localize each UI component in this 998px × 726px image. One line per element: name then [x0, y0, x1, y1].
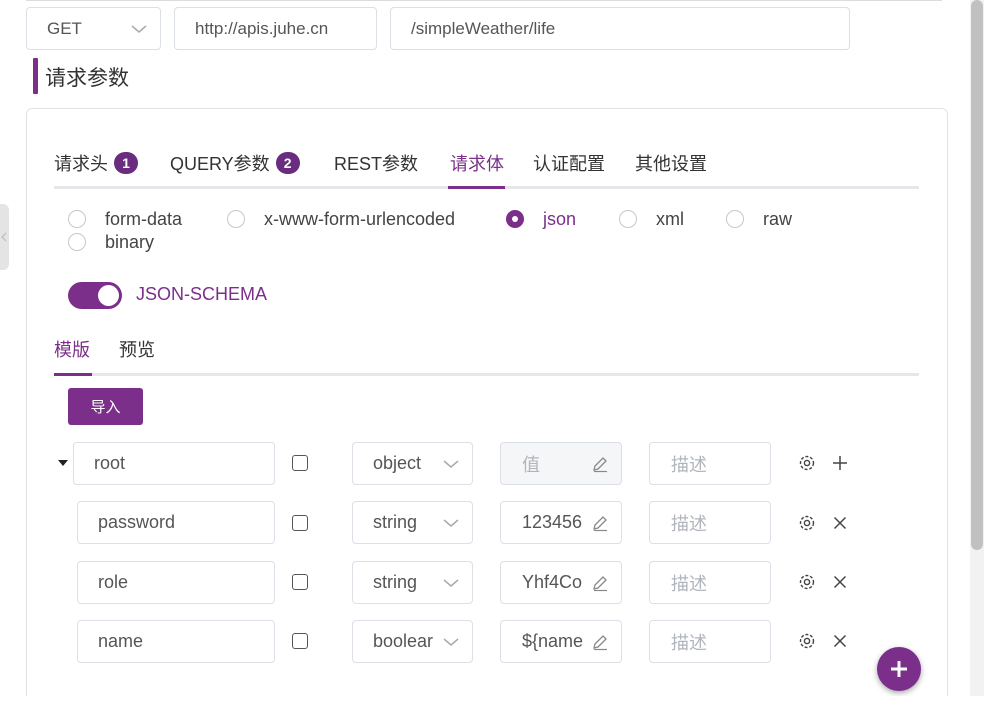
pencil-icon[interactable] — [591, 455, 609, 473]
field-type-value: string — [373, 512, 418, 532]
method-value: GET — [47, 18, 82, 38]
field-value: ${name — [522, 631, 584, 651]
field-name-input[interactable]: root — [73, 442, 275, 485]
close-icon[interactable] — [831, 632, 849, 650]
tab-auth[interactable]: 认证配置 — [533, 150, 605, 176]
gear-icon[interactable] — [798, 632, 816, 650]
field-name-input[interactable]: password — [77, 501, 275, 544]
import-button[interactable]: 导入 — [68, 388, 143, 425]
field-value-placeholder: 值 — [522, 454, 540, 475]
section-title: 请求参数 — [45, 67, 129, 90]
chevron-down-icon — [443, 459, 459, 468]
gear-icon[interactable] — [798, 454, 816, 472]
sidebar-collapse-handle[interactable] — [0, 204, 9, 270]
field-value: 123456 — [522, 512, 583, 532]
path-input[interactable]: /simpleWeather/life — [390, 7, 850, 50]
subtab-preview[interactable]: 预览 — [119, 336, 155, 362]
radio-label: xml — [656, 208, 684, 229]
close-icon[interactable] — [831, 514, 849, 532]
tab-headers-badge: 1 — [114, 152, 138, 174]
field-desc-input[interactable]: 描述 — [649, 501, 771, 544]
radio-label: binary — [105, 231, 155, 252]
field-value-input: 值 — [500, 442, 622, 485]
host-input[interactable]: http://apis.juhe.cn — [174, 7, 377, 50]
field-type-select[interactable]: string — [352, 561, 473, 604]
radio-circle — [68, 210, 86, 228]
field-desc-input[interactable]: 描述 — [649, 561, 771, 604]
tab-body[interactable]: 请求体 — [450, 150, 504, 176]
radio-label: raw — [763, 208, 793, 229]
section-accent-bar — [33, 58, 38, 94]
plus-icon — [891, 661, 907, 677]
bottom-strip — [0, 696, 998, 726]
field-type-value: object — [373, 453, 422, 473]
radio-circle — [227, 210, 245, 228]
gear-icon[interactable] — [798, 514, 816, 532]
field-name-input[interactable]: role — [77, 561, 275, 604]
field-type-select[interactable]: string — [352, 501, 473, 544]
radio-xml[interactable]: xml — [619, 207, 684, 231]
field-value-input[interactable]: 123456 — [500, 501, 622, 544]
chevron-left-icon — [1, 232, 7, 242]
plus-icon[interactable] — [831, 454, 849, 472]
caret-down-icon[interactable] — [57, 458, 69, 468]
chevron-down-icon — [443, 518, 459, 527]
required-checkbox[interactable] — [292, 455, 308, 471]
field-name-input[interactable]: name — [77, 620, 275, 663]
json-schema-toggle[interactable] — [68, 282, 122, 309]
tab-active-indicator — [448, 186, 505, 189]
chevron-down-icon — [443, 578, 459, 587]
add-field-button[interactable] — [877, 647, 921, 691]
subtab-template[interactable]: 模版 — [54, 336, 90, 362]
tab-rest[interactable]: REST参数 — [334, 150, 418, 176]
radio-circle — [726, 210, 744, 228]
field-value-input[interactable]: ${name — [500, 620, 622, 663]
method-select[interactable]: GET — [26, 7, 161, 50]
json-schema-label: JSON-SCHEMA — [136, 284, 268, 304]
field-desc-input[interactable]: 描述 — [649, 620, 771, 663]
radio-label: form-data — [105, 208, 183, 229]
chevron-down-icon — [443, 637, 459, 646]
toggle-knob — [98, 285, 119, 306]
radio-urlencoded[interactable]: x-www-form-urlencoded — [227, 207, 455, 231]
subtab-active-indicator — [54, 373, 92, 376]
radio-form-data[interactable]: form-data — [68, 207, 182, 231]
radio-label: x-www-form-urlencoded — [264, 208, 456, 229]
scrollbar-thumb[interactable] — [971, 0, 983, 550]
top-divider — [26, 0, 942, 1]
radio-circle-selected — [506, 210, 524, 228]
field-value-input[interactable]: Yhf4Co — [500, 561, 622, 604]
field-value: Yhf4Co — [522, 572, 583, 592]
subtabs-underline — [54, 373, 919, 376]
tab-headers-label: 请求头 — [54, 154, 108, 174]
tab-query[interactable]: QUERY参数 2 — [170, 150, 300, 176]
pencil-icon[interactable] — [591, 514, 609, 532]
radio-binary[interactable]: binary — [68, 230, 154, 254]
field-type-select[interactable]: object — [352, 442, 473, 485]
pencil-icon[interactable] — [591, 633, 609, 651]
radio-raw[interactable]: raw — [726, 207, 792, 231]
radio-json[interactable]: json — [506, 207, 576, 231]
request-params-panel — [26, 108, 948, 708]
chevron-down-icon — [131, 24, 147, 33]
tab-query-label: QUERY参数 — [170, 154, 270, 174]
tab-other[interactable]: 其他设置 — [635, 150, 707, 176]
radio-circle — [619, 210, 637, 228]
radio-label: json — [543, 208, 577, 229]
tab-headers[interactable]: 请求头 1 — [54, 150, 138, 176]
required-checkbox[interactable] — [292, 515, 308, 531]
field-type-value: string — [373, 572, 418, 592]
field-type-value: boolear — [373, 631, 434, 651]
tab-query-badge: 2 — [275, 152, 300, 174]
required-checkbox[interactable] — [292, 633, 308, 649]
radio-circle — [68, 233, 86, 251]
field-type-select[interactable]: boolear — [352, 620, 473, 663]
close-icon[interactable] — [831, 573, 849, 591]
required-checkbox[interactable] — [292, 574, 308, 590]
pencil-icon[interactable] — [591, 574, 609, 592]
gear-icon[interactable] — [798, 573, 816, 591]
field-desc-input[interactable]: 描述 — [649, 442, 771, 485]
